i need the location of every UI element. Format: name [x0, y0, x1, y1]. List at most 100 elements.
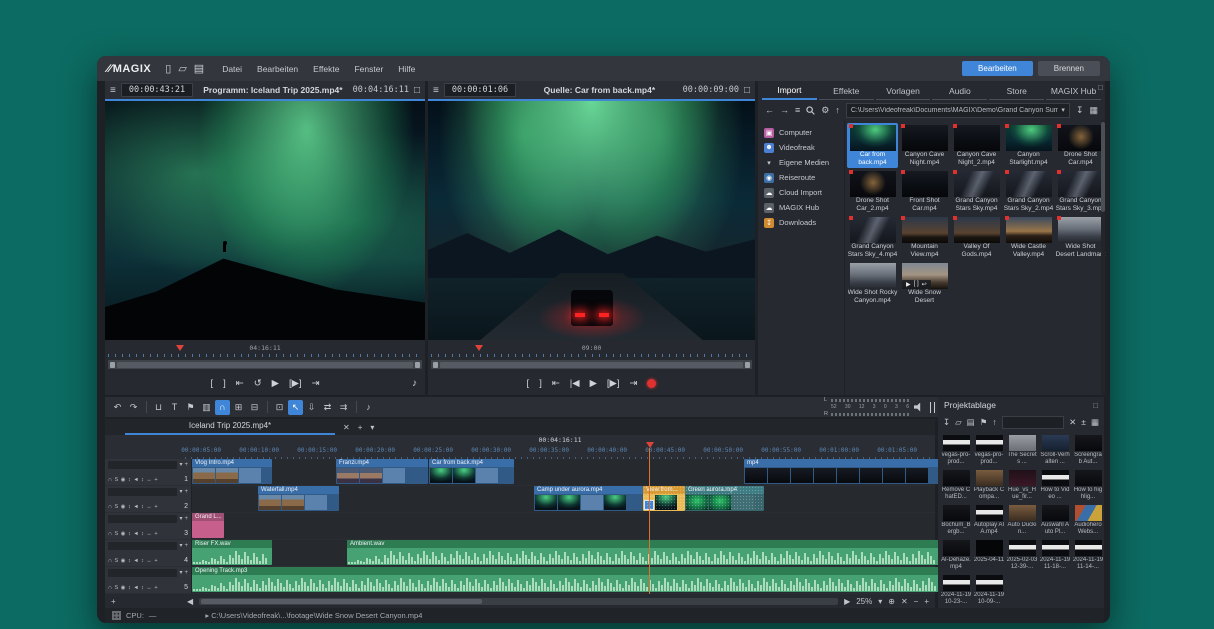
- group-icon[interactable]: ⊞: [231, 400, 246, 415]
- timeline-ruler[interactable]: 00:04:16:11 00:00:05:0000:00:10:0000:00:…: [185, 435, 935, 459]
- stretch-icon[interactable]: ⇄: [320, 400, 335, 415]
- fullscreen-icon[interactable]: □: [744, 85, 750, 96]
- solo-icon[interactable]: S: [114, 558, 118, 564]
- program-ruler[interactable]: 04:16:11: [108, 344, 422, 357]
- move-icon[interactable]: ↔: [146, 531, 152, 537]
- mark-in-icon[interactable]: [: [210, 379, 213, 389]
- track-lane[interactable]: Opening Track.mp3: [192, 567, 935, 593]
- curve-icon[interactable]: ◉: [121, 504, 126, 510]
- media-file[interactable]: Grand Canyon Stars Sky_3.mp4: [1055, 169, 1106, 214]
- record-button[interactable]: [647, 379, 656, 388]
- bin-item[interactable]: How to highlig...: [1072, 470, 1104, 501]
- ungroup-icon[interactable]: ⊟: [247, 400, 262, 415]
- mute-icon[interactable]: ◄: [133, 585, 138, 591]
- height-icon[interactable]: ↕: [128, 477, 131, 483]
- bin-item[interactable]: vegas-pro-prod...: [973, 435, 1005, 466]
- menu-item-bearbeiten[interactable]: Bearbeiten: [257, 64, 298, 74]
- track-menu-icon[interactable]: ▾: [179, 570, 182, 576]
- folder-up-icon[interactable]: ↑: [835, 106, 840, 115]
- mode-button-bearbeiten[interactable]: Bearbeiten: [962, 61, 1033, 76]
- track-menu-icon[interactable]: ▾: [179, 543, 182, 549]
- save-icon[interactable]: ▤: [967, 417, 975, 428]
- bin-item[interactable]: 2024-11-19 10-09-...: [973, 575, 1005, 606]
- bin-item[interactable]: Screengrab Aut...: [1072, 435, 1104, 466]
- bin-item[interactable]: 2025-04-11: [973, 540, 1005, 571]
- timeline-scrollbar[interactable]: [199, 598, 838, 605]
- lock-icon[interactable]: ∩: [108, 504, 112, 510]
- play-range-icon[interactable]: [▶]: [607, 379, 620, 389]
- clip-opening-track-mp3[interactable]: Opening Track.mp3: [192, 567, 941, 592]
- fx-icon[interactable]: ↕: [141, 585, 144, 591]
- back-icon[interactable]: ←: [765, 106, 774, 115]
- scroll-left-icon[interactable]: ◀: [187, 597, 193, 606]
- export-icon[interactable]: ▤: [194, 62, 204, 75]
- add-tab-icon[interactable]: +: [358, 423, 363, 432]
- move-icon[interactable]: ↔: [146, 477, 152, 483]
- sidebar-item-downloads[interactable]: ↧Downloads: [758, 215, 844, 230]
- object-grab-icon[interactable]: ⊡: [272, 400, 287, 415]
- loop-icon[interactable]: ↺: [254, 379, 262, 389]
- tab-effekte[interactable]: Effekte: [819, 86, 874, 100]
- clip-camp-under-aurora-mp4[interactable]: Camp under aurora.mp4: [534, 486, 643, 511]
- razor-icon[interactable]: ▥: [199, 400, 214, 415]
- menu-item-hilfe[interactable]: Hilfe: [398, 64, 415, 74]
- menu-item-fenster[interactable]: Fenster: [354, 64, 383, 74]
- tree-view-icon[interactable]: ≡: [795, 106, 800, 115]
- gear-icon[interactable]: ⚙: [821, 106, 829, 115]
- add-icon[interactable]: +: [154, 558, 157, 564]
- bin-item[interactable]: Audiohero Webs...: [1072, 505, 1104, 536]
- bin-item[interactable]: Playback Compa...: [973, 470, 1005, 501]
- track-name-field[interactable]: [108, 461, 177, 469]
- clip-mp4[interactable]: mp4: [744, 459, 941, 484]
- fullscreen-icon[interactable]: □: [414, 85, 420, 96]
- jump-start-icon[interactable]: ⇤: [552, 379, 560, 389]
- mute-icon[interactable]: ◄: [133, 531, 138, 537]
- zoom-selection-icon[interactable]: ✕: [901, 597, 908, 606]
- audio-edit-icon[interactable]: ♪: [361, 400, 376, 415]
- source-playhead[interactable]: [475, 345, 483, 351]
- solo-icon[interactable]: S: [114, 477, 118, 483]
- tab-audio[interactable]: Audio: [932, 86, 987, 100]
- redo-icon[interactable]: ↷: [126, 400, 141, 415]
- mode-button-brennen[interactable]: Brennen: [1038, 61, 1100, 76]
- bin-item[interactable]: 2024-11-19 11-14-...: [1072, 540, 1104, 571]
- move-icon[interactable]: ↔: [146, 504, 152, 510]
- bin-item[interactable]: Scroll-Verhalten ...: [1039, 435, 1071, 466]
- height-icon[interactable]: ↕: [128, 558, 131, 564]
- track-menu-icon[interactable]: ▾: [179, 489, 182, 495]
- undock-icon[interactable]: □: [1098, 83, 1103, 92]
- timeline-playhead[interactable]: [649, 448, 650, 594]
- import-icon[interactable]: ↧: [943, 417, 950, 428]
- media-file[interactable]: Canyon Starlight.mp4: [1003, 123, 1054, 168]
- media-file[interactable]: Drone Shot Car_2.mp4: [847, 169, 898, 214]
- source-scrollbar[interactable]: [431, 360, 752, 369]
- jump-end-icon[interactable]: ⇥: [312, 379, 320, 389]
- grid-view-icon[interactable]: ▦: [1091, 417, 1099, 428]
- forward-icon[interactable]: →: [780, 106, 789, 115]
- mouse-mode-icon[interactable]: ↖: [288, 400, 303, 415]
- media-file[interactable]: Wide Shot Rocky Canyon.mp4: [847, 261, 898, 306]
- clear-icon[interactable]: ✕: [1069, 417, 1076, 428]
- track-add-icon[interactable]: +: [184, 462, 188, 468]
- track-lane[interactable]: Waterfall.mp4Camp under aurora.mp4View f…: [192, 486, 935, 512]
- fx-icon[interactable]: ↕: [141, 531, 144, 537]
- mouse-mode-single-icon[interactable]: ⇩: [304, 400, 319, 415]
- bin-item[interactable]: 2024-11-19 11-18-...: [1039, 540, 1071, 571]
- clip-riser-fx-wav[interactable]: Riser FX.wav: [192, 540, 272, 565]
- bin-item[interactable]: The Secrets ...: [1006, 435, 1038, 466]
- jump-start-icon[interactable]: ⇤: [236, 379, 244, 389]
- open-folder-icon[interactable]: ▱: [955, 417, 962, 428]
- source-timecode[interactable]: 00:00:01:06: [444, 83, 516, 97]
- scroll-right-icon[interactable]: ▶: [844, 597, 850, 606]
- open-folder-icon[interactable]: ▱: [178, 62, 186, 75]
- track-add-icon[interactable]: +: [184, 516, 188, 522]
- zoom-menu-icon[interactable]: ▾: [878, 597, 882, 606]
- track-add-icon[interactable]: +: [184, 489, 188, 495]
- range-icon[interactable]: [ ]: [914, 281, 919, 288]
- curve-icon[interactable]: ◉: [121, 558, 126, 564]
- mute-icon[interactable]: ◄: [133, 558, 138, 564]
- play-icon[interactable]: ▶: [272, 379, 279, 389]
- move-icon[interactable]: ↔: [146, 558, 152, 564]
- bin-item[interactable]: Auto Duckin...: [1006, 505, 1038, 536]
- bin-item[interactable]: Al-Dehaze.mp4: [940, 540, 972, 571]
